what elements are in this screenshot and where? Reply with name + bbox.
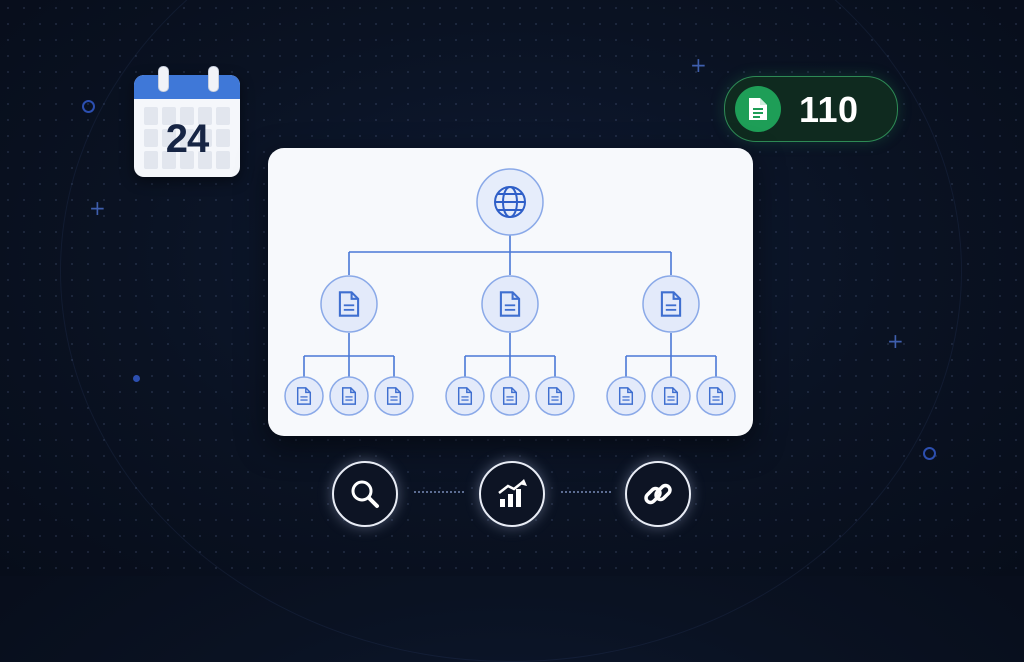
child-node xyxy=(481,275,539,333)
page-node xyxy=(445,376,485,416)
growth-chart-icon xyxy=(498,479,527,507)
link-tool-button[interactable] xyxy=(625,461,691,527)
sitemap-panel xyxy=(268,148,753,436)
page-node xyxy=(374,376,414,416)
sitemap-tree xyxy=(284,168,736,416)
plus-decoration: + xyxy=(690,53,707,77)
calendar-day: 24 xyxy=(165,117,210,161)
dotted-connector xyxy=(414,491,464,493)
search-tool-button[interactable] xyxy=(332,461,398,527)
document-icon xyxy=(735,86,781,132)
calendar-header xyxy=(134,75,240,99)
ring-decoration xyxy=(82,100,95,113)
search-icon xyxy=(351,480,379,508)
link-icon xyxy=(644,483,672,505)
page-count-value: 110 xyxy=(799,89,859,130)
dotted-connector xyxy=(561,491,611,493)
plus-decoration: + xyxy=(89,196,106,220)
child-node xyxy=(642,275,700,333)
page-node xyxy=(284,376,324,416)
page-count-badge: 110 xyxy=(724,76,898,142)
page-node xyxy=(329,376,369,416)
calendar-ring xyxy=(158,66,169,92)
page-node xyxy=(606,376,646,416)
page-node xyxy=(651,376,691,416)
plus-decoration: + xyxy=(887,329,904,353)
page-node xyxy=(535,376,575,416)
child-node xyxy=(320,275,378,333)
growth-tool-button[interactable] xyxy=(479,461,545,527)
page-node xyxy=(490,376,530,416)
dot-decoration xyxy=(133,375,140,382)
ring-decoration xyxy=(923,447,936,460)
root-node xyxy=(476,168,544,236)
calendar-icon: 24 xyxy=(134,66,240,177)
calendar-ring xyxy=(208,66,219,92)
page-node xyxy=(696,376,736,416)
